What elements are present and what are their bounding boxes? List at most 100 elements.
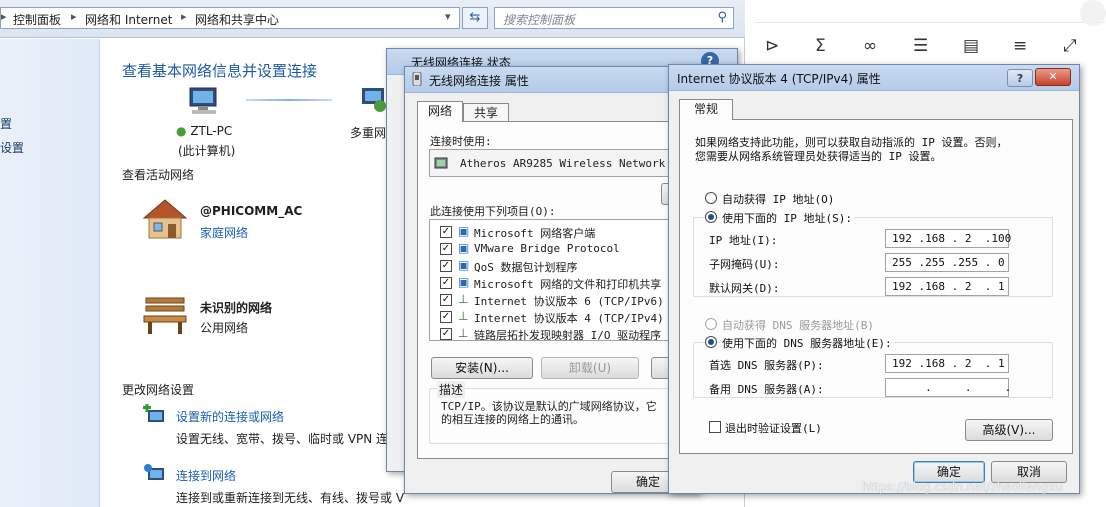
alternate-dns-field[interactable]: . . . xyxy=(885,378,1011,397)
ipv4-dialog-title: Internet 协议版本 4 (TCP/IPv4) 属性 xyxy=(677,72,881,86)
sigma-icon[interactable]: Σ xyxy=(815,36,826,56)
protocol-icon: ▣ xyxy=(458,241,470,255)
computer-label: ● ZTL-PC xyxy=(176,124,232,138)
close-icon: ✕ xyxy=(1048,70,1058,83)
subnet-mask-field[interactable]: 255 .255 .255 . 0 xyxy=(885,253,1009,272)
computer-name: ZTL-PC xyxy=(190,124,233,138)
avatar[interactable] xyxy=(1080,0,1106,26)
list-item[interactable]: ✓ ⊥ Internet 协议版本 4 (TCP/IPv4) xyxy=(434,309,700,325)
computer-icon xyxy=(189,87,217,114)
auto-ip-label[interactable]: 自动获得 IP 地址(O) xyxy=(722,191,834,207)
protocol-icon: ⊥ xyxy=(458,309,469,323)
preferred-dns-field[interactable]: 192 .168 . 2 . 1 xyxy=(885,354,1009,373)
ip-address-field[interactable]: 192 .168 . 2 .100 xyxy=(885,229,1011,248)
client-icon: ▣ xyxy=(458,224,470,238)
auto-ip-radio[interactable] xyxy=(705,192,717,204)
close-button[interactable]: ✕ xyxy=(1035,68,1071,86)
connect-network-icon xyxy=(144,464,164,480)
left-pane: 置 设置 xyxy=(0,39,100,507)
item-checkbox[interactable]: ✓ xyxy=(440,311,452,323)
expand-icon[interactable]: ⤢ xyxy=(1063,36,1077,56)
connect-network-link[interactable]: 连接到网络 xyxy=(176,467,236,484)
multi-network-label: 多重网 xyxy=(350,126,387,140)
connect-using-label: 连接时使用: xyxy=(430,135,492,148)
item-label: Internet 协议版本 6 (TCP/IPv6) xyxy=(474,295,664,308)
breadcrumb[interactable]: ▸ 控制面板 ▸ 网络和 Internet ▸ 网络和共享中心 ▾ xyxy=(0,7,460,29)
tab-network[interactable]: 网络 xyxy=(417,101,463,122)
active-networks-heading: 查看活动网络 xyxy=(122,168,195,182)
chevron-down-icon[interactable]: ▾ xyxy=(445,10,451,23)
validate-checkbox[interactable] xyxy=(709,421,721,433)
template-icon[interactable]: ▤ xyxy=(963,36,979,56)
list-icon[interactable]: ≡ xyxy=(1013,36,1027,56)
ip-address-label: IP 地址(I): xyxy=(709,234,778,247)
tab-general[interactable]: 常规 xyxy=(679,99,733,120)
adapter-box: Atheros AR9285 Wireless Network Ada xyxy=(429,149,701,177)
manual-dns-radio[interactable] xyxy=(705,336,717,348)
network2-type: 公用网络 xyxy=(200,321,249,335)
properties-dialog: 无线网络连接 属性 网络 共享 连接时使用: Atheros AR9285 Wi… xyxy=(404,66,701,494)
network-line xyxy=(246,99,332,101)
list-item[interactable]: ✓ ▣ QoS 数据包计划程序 xyxy=(434,258,700,274)
refresh-icon: ⇆ xyxy=(469,10,481,25)
house-icon xyxy=(142,199,188,239)
search-placeholder: 搜索控制面板 xyxy=(503,13,576,27)
components-list[interactable]: ✓ ▣ Microsoft 网络客户端 ✓ ▣ VMware Bridge Pr… xyxy=(429,219,701,341)
install-button[interactable]: 安装(N)... xyxy=(431,357,533,379)
item-label: Microsoft 网络的文件和打印机共享 xyxy=(474,278,662,291)
list-item[interactable]: ✓ ⊥ Internet 协议版本 6 (TCP/IPv6) xyxy=(434,292,700,308)
protocol-icon: ⊥ xyxy=(458,326,469,340)
auto-dns-radio[interactable] xyxy=(705,318,717,330)
item-checkbox[interactable]: ✓ xyxy=(440,277,452,289)
subnet-mask-label: 子网掩码(U): xyxy=(709,258,780,271)
item-checkbox[interactable]: ✓ xyxy=(440,260,452,272)
play-icon[interactable]: ⊳ xyxy=(765,36,779,56)
help-button[interactable]: ? xyxy=(1007,69,1033,87)
chevron-right-icon: ▸ xyxy=(1,10,7,23)
link-icon[interactable]: ∞ xyxy=(863,36,877,56)
item-label: Internet 协议版本 4 (TCP/IPv4) xyxy=(474,312,664,325)
setup-connection-link[interactable]: 设置新的连接或网络 xyxy=(176,408,284,425)
tab-sharing[interactable]: 共享 xyxy=(463,103,509,123)
alternate-dns-label: 备用 DNS 服务器(A): xyxy=(709,383,824,396)
properties-dialog-title: 无线网络连接 属性 xyxy=(429,74,529,88)
uninstall-button[interactable]: 卸载(U) xyxy=(541,357,639,379)
breadcrumb-control-panel[interactable]: 控制面板 xyxy=(13,11,61,28)
item-checkbox[interactable]: ✓ xyxy=(440,294,452,306)
search-input[interactable]: 搜索控制面板 ⚲ xyxy=(494,7,734,29)
validate-label[interactable]: 退出时验证设置(L) xyxy=(725,420,822,436)
manual-dns-label[interactable]: 使用下面的 DNS 服务器地址(E): xyxy=(720,335,894,351)
manual-ip-radio[interactable] xyxy=(705,211,717,223)
network-globe-icon: ● xyxy=(176,124,187,138)
left-pane-item[interactable]: 设置 xyxy=(0,139,24,156)
network1-type-link[interactable]: 家庭网络 xyxy=(200,224,248,241)
auto-dns-label[interactable]: 自动获得 DNS 服务器地址(B) xyxy=(722,317,874,333)
align-icon[interactable]: ☰ xyxy=(913,36,928,56)
item-label: QoS 数据包计划程序 xyxy=(474,261,578,274)
gateway-field[interactable]: 192 .168 . 2 . 1 xyxy=(885,277,1009,296)
list-item[interactable]: ✓ ▣ Microsoft 网络的文件和打印机共享 xyxy=(434,275,700,291)
list-item[interactable]: ✓ ▣ Microsoft 网络客户端 xyxy=(434,224,700,240)
search-icon[interactable]: ⚲ xyxy=(717,10,727,25)
intro-text: 您需要从网络系统管理员处获得适当的 IP 设置。 xyxy=(695,150,942,163)
list-item[interactable]: ✓ ⊥ 链路层拓扑发现映射器 I/O 驱动程序 xyxy=(434,326,700,341)
page-title: 查看基本网络信息并设置连接 xyxy=(122,62,318,80)
breadcrumb-network-internet[interactable]: 网络和 Internet xyxy=(85,11,172,28)
watermark: https://blog.csdn.net/zhaoliangxu xyxy=(862,480,1063,494)
manual-ip-label[interactable]: 使用下面的 IP 地址(S): xyxy=(720,210,854,226)
chevron-right-icon: ▸ xyxy=(71,10,77,23)
item-label: 链路层拓扑发现映射器 I/O 驱动程序 xyxy=(474,329,662,341)
item-checkbox[interactable]: ✓ xyxy=(440,226,452,238)
list-item[interactable]: ✓ ▣ VMware Bridge Protocol xyxy=(434,241,700,257)
item-checkbox[interactable]: ✓ xyxy=(440,243,452,255)
service-icon: ▣ xyxy=(458,258,470,272)
adapter-name: Atheros AR9285 Wireless Network Ada xyxy=(460,157,692,170)
left-pane-item[interactable]: 置 xyxy=(0,115,12,132)
breadcrumb-network-sharing[interactable]: 网络和共享中心 xyxy=(195,11,279,28)
advanced-button[interactable]: 高级(V)... xyxy=(965,419,1053,441)
item-label: Microsoft 网络客户端 xyxy=(474,227,596,240)
item-checkbox[interactable]: ✓ xyxy=(440,328,452,340)
computer-sub: (此计算机) xyxy=(178,144,236,158)
properties-dialog-titlebar[interactable]: 无线网络连接 属性 xyxy=(405,67,699,93)
refresh-button[interactable]: ⇆ xyxy=(462,7,488,29)
